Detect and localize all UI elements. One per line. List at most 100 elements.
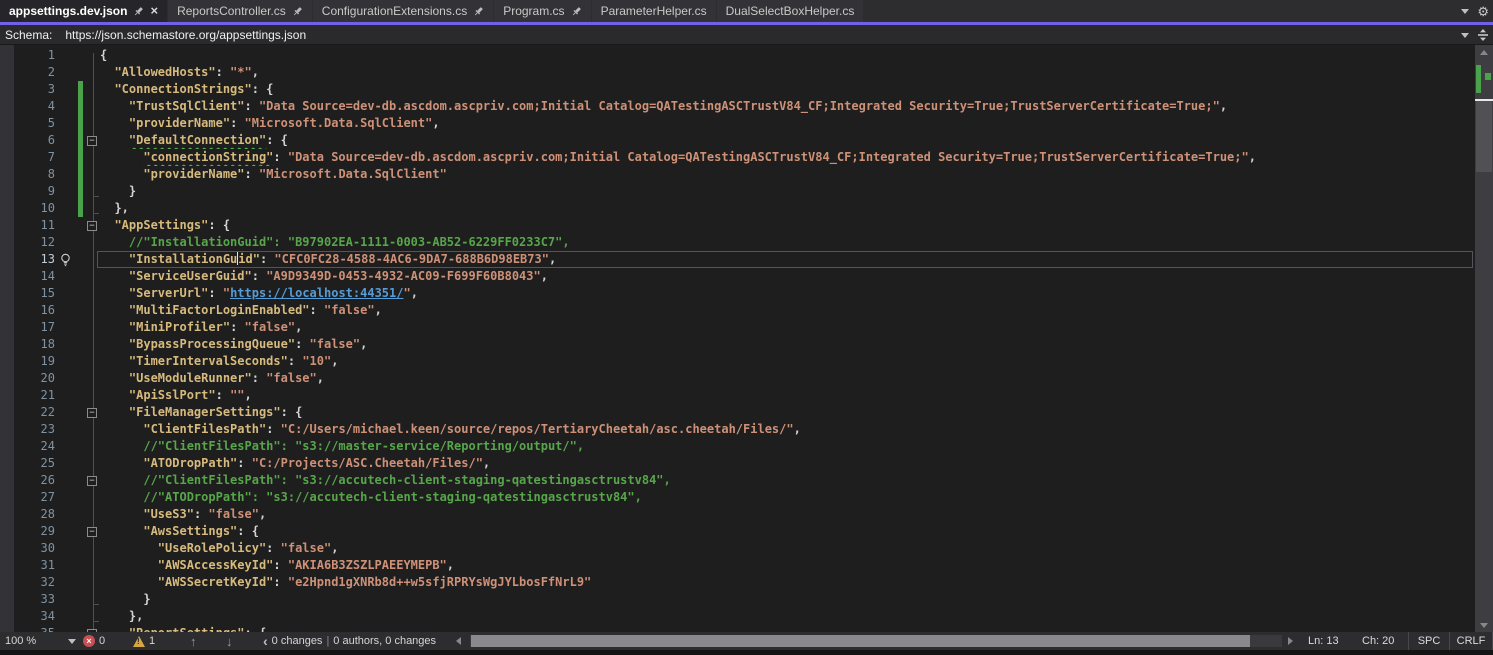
line-gutter[interactable]: 25: [0, 455, 100, 472]
line-gutter[interactable]: 21: [0, 387, 100, 404]
tab-ReportsController-cs[interactable]: ReportsController.cs: [168, 0, 312, 22]
line-number[interactable]: 32: [41, 574, 55, 591]
pin-icon[interactable]: [473, 6, 484, 17]
fold-collapse-icon[interactable]: −: [87, 221, 97, 231]
code-line[interactable]: 27 //"ATODropPath": "s3://accutech-clien…: [0, 489, 1475, 506]
line-number[interactable]: 22: [41, 404, 55, 421]
code-text[interactable]: "AllowedHosts": "*",: [100, 64, 1475, 81]
code-line[interactable]: 9 }: [0, 183, 1475, 200]
code-line[interactable]: 29− "AwsSettings": {: [0, 523, 1475, 540]
code-line[interactable]: 22 − "FileManagerSettings": {: [0, 404, 1475, 421]
line-number[interactable]: 31: [41, 557, 55, 574]
code-text[interactable]: "TrustSqlClient": "Data Source=dev-db.as…: [100, 98, 1475, 115]
code-text[interactable]: "AwsSettings": {: [100, 523, 1475, 540]
line-gutter[interactable]: 5: [0, 115, 100, 132]
line-gutter[interactable]: 28: [0, 506, 100, 523]
line-number[interactable]: 6: [48, 132, 55, 149]
code-text[interactable]: },: [100, 200, 1475, 217]
line-number[interactable]: 25: [41, 455, 55, 472]
line-number[interactable]: 18: [41, 336, 55, 353]
line-number[interactable]: 20: [41, 370, 55, 387]
line-number[interactable]: 30: [41, 540, 55, 557]
line-gutter[interactable]: 3: [0, 81, 100, 98]
line-gutter[interactable]: 7: [0, 149, 100, 166]
code-text[interactable]: //"ClientFilesPath": "s3://accutech-clie…: [100, 472, 1475, 489]
code-line[interactable]: 26 − //"ClientFilesPath": "s3://accutech-…: [0, 472, 1475, 489]
code-text[interactable]: "ATODropPath": "C:/Projects/ASC.Cheetah/…: [100, 455, 1475, 472]
line-number[interactable]: 26: [41, 472, 55, 489]
code-line[interactable]: 11 − "AppSettings": {: [0, 217, 1475, 234]
line-number[interactable]: 15: [41, 285, 55, 302]
code-line[interactable]: 7 "connectionString": "Data Source=dev-d…: [0, 149, 1475, 166]
code-line[interactable]: 32 "AWSSecretKeyId": "e2Hpnd1gXNRb8d++w5…: [0, 574, 1475, 591]
code-text[interactable]: "ConnectionStrings": {: [100, 81, 1475, 98]
line-gutter[interactable]: 33: [0, 591, 100, 608]
code-line[interactable]: 33 }: [0, 591, 1475, 608]
line-number[interactable]: 28: [41, 506, 55, 523]
code-line[interactable]: 3 "ConnectionStrings": {: [0, 81, 1475, 98]
line-number[interactable]: 16: [41, 302, 55, 319]
line-gutter[interactable]: 35−: [0, 625, 100, 632]
line-number[interactable]: 9: [48, 183, 55, 200]
fold-collapse-icon[interactable]: −: [87, 476, 97, 486]
code-text[interactable]: //"ATODropPath": "s3://accutech-client-s…: [100, 489, 1475, 506]
code-line[interactable]: 35− "ReportSettings": {: [0, 625, 1475, 632]
line-gutter[interactable]: 10: [0, 200, 100, 217]
line-number[interactable]: 19: [41, 353, 55, 370]
previous-issue-button[interactable]: ↑: [190, 632, 197, 650]
line-gutter[interactable]: 19: [0, 353, 100, 370]
line-number[interactable]: 10: [41, 200, 55, 217]
code-line[interactable]: 12 //"InstallationGuid": "B97902EA-1111-…: [0, 234, 1475, 251]
horizontal-scrollbar-thumb[interactable]: [471, 635, 1250, 647]
line-gutter[interactable]: 24: [0, 438, 100, 455]
next-issue-button[interactable]: ↓: [226, 632, 233, 650]
code-text[interactable]: "TimerIntervalSeconds": "10",: [100, 353, 1475, 370]
line-number[interactable]: 29: [41, 523, 55, 540]
code-text[interactable]: "FileManagerSettings": {: [100, 404, 1475, 421]
hscroll-left-arrow[interactable]: [456, 632, 461, 650]
code-line[interactable]: 30 "UseRolePolicy": "false",: [0, 540, 1475, 557]
line-number[interactable]: 24: [41, 438, 55, 455]
code-editor[interactable]: 1{2 "AllowedHosts": "*",3 "ConnectionStr…: [0, 45, 1493, 632]
tab-DualSelectBoxHelper-cs[interactable]: DualSelectBoxHelper.cs: [717, 0, 864, 22]
line-number[interactable]: 11: [41, 217, 55, 234]
fold-collapse-icon[interactable]: −: [87, 408, 97, 418]
line-gutter[interactable]: 14: [0, 268, 100, 285]
code-text[interactable]: "ClientFilesPath": "C:/Users/michael.kee…: [100, 421, 1475, 438]
code-text[interactable]: "UseS3": "false",: [100, 506, 1475, 523]
code-text[interactable]: "AppSettings": {: [100, 217, 1475, 234]
code-text[interactable]: "BypassProcessingQueue": "false",: [100, 336, 1475, 353]
code-text[interactable]: "UseModuleRunner": "false",: [100, 370, 1475, 387]
line-gutter[interactable]: 18: [0, 336, 100, 353]
code-text[interactable]: "providerName": "Microsoft.Data.SqlClien…: [100, 166, 1475, 183]
tab-Program-cs[interactable]: Program.cs: [494, 0, 590, 22]
code-line[interactable]: 10 },: [0, 200, 1475, 217]
line-gutter[interactable]: 1: [0, 47, 100, 64]
line-gutter[interactable]: 11 −: [0, 217, 100, 234]
line-number[interactable]: 35: [41, 625, 55, 632]
code-text[interactable]: },: [100, 608, 1475, 625]
code-text[interactable]: "connectionString": "Data Source=dev-db.…: [100, 149, 1475, 166]
code-line[interactable]: 19 "TimerIntervalSeconds": "10",: [0, 353, 1475, 370]
code-text[interactable]: "AWSSecretKeyId": "e2Hpnd1gXNRb8d++w5sfj…: [100, 574, 1475, 591]
code-text[interactable]: //"ClientFilesPath": "s3://master-servic…: [100, 438, 1475, 455]
code-text[interactable]: "ReportSettings": {: [100, 625, 1475, 632]
line-gutter[interactable]: 15: [0, 285, 100, 302]
code-segment[interactable]: https://localhost:44351/: [230, 286, 403, 300]
close-icon[interactable]: ×: [150, 6, 158, 16]
code-line[interactable]: 6− "DefaultConnection": {: [0, 132, 1475, 149]
line-number[interactable]: 1: [48, 47, 55, 64]
line-number[interactable]: 7: [48, 149, 55, 166]
line-gutter[interactable]: 16: [0, 302, 100, 319]
line-gutter[interactable]: 8: [0, 166, 100, 183]
line-number[interactable]: 34: [41, 608, 55, 625]
code-line[interactable]: 31 "AWSAccessKeyId": "AKIA6B3ZSZLPAEEYME…: [0, 557, 1475, 574]
tab-ParameterHelper-cs[interactable]: ParameterHelper.cs: [592, 0, 716, 22]
line-number[interactable]: 5: [48, 115, 55, 132]
document-list-dropdown-icon[interactable]: [1461, 9, 1469, 14]
split-window-icon[interactable]: [1477, 29, 1489, 41]
line-number[interactable]: 27: [41, 489, 55, 506]
code-line[interactable]: 13 "InstallationGuid": "CFC0FC28-4588-4A…: [0, 251, 1475, 268]
code-text[interactable]: "DefaultConnection": {: [100, 132, 1475, 149]
vertical-scrollbar[interactable]: [1475, 45, 1493, 632]
